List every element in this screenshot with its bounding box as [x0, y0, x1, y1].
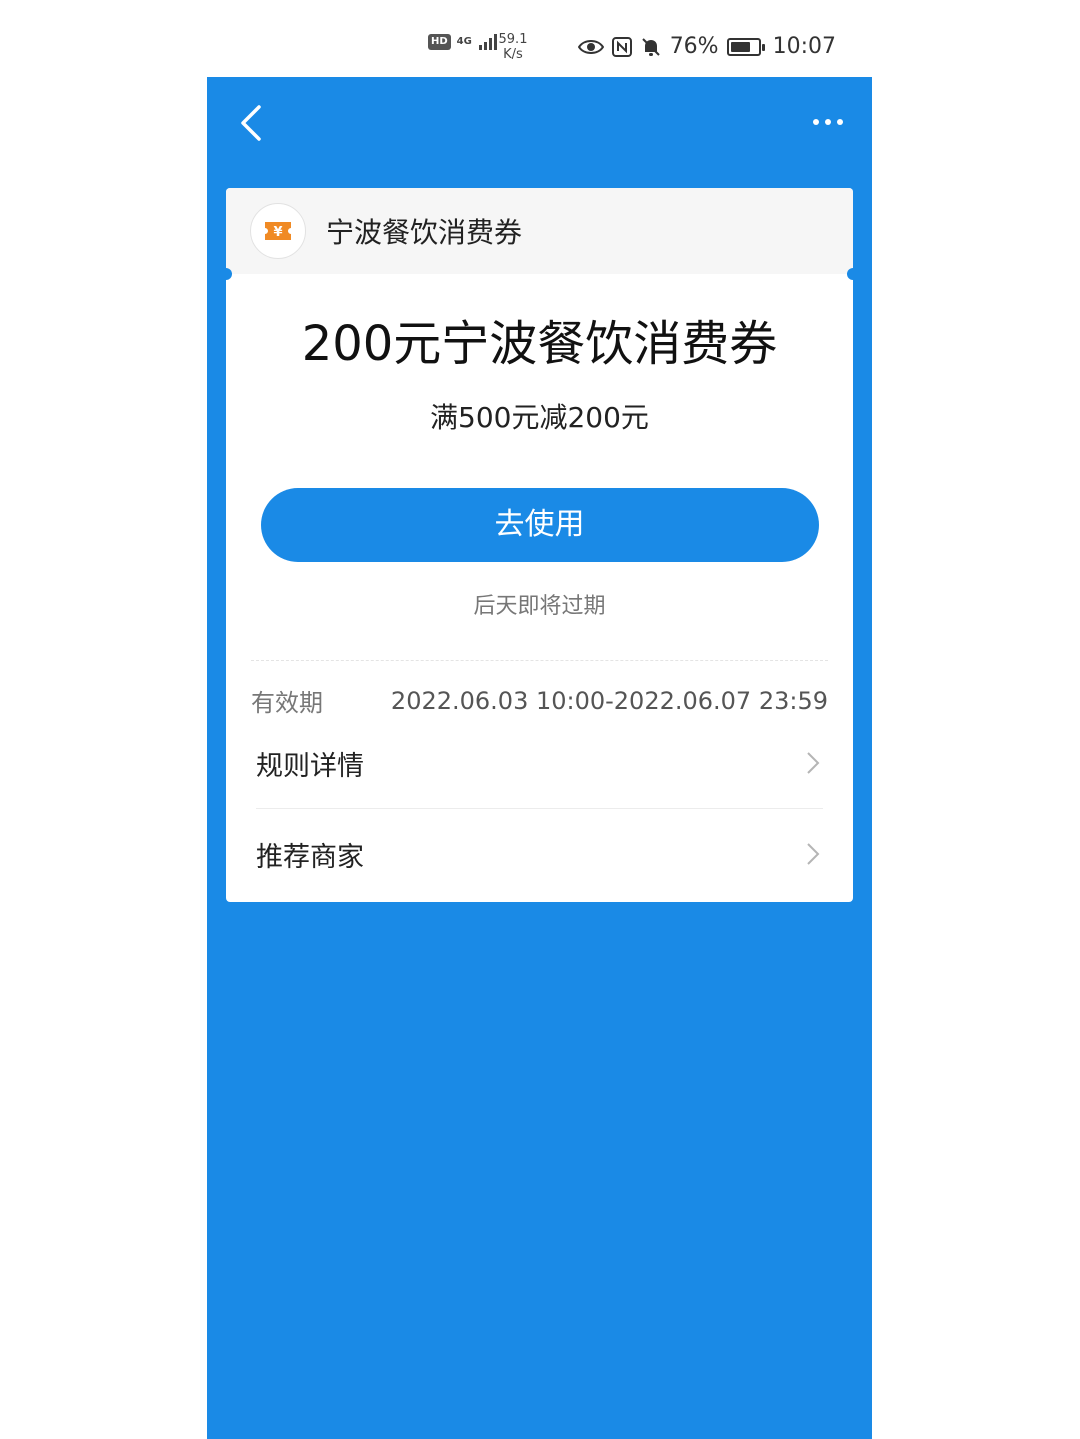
expire-note: 后天即将过期: [473, 594, 606, 619]
more-dots-icon: [813, 119, 819, 125]
back-button[interactable]: [231, 99, 271, 147]
recommended-merchants-label: 推荐商家: [256, 841, 364, 873]
validity-label: 有效期: [251, 689, 323, 717]
more-button[interactable]: [804, 107, 852, 137]
use-coupon-button[interactable]: 去使用: [260, 488, 819, 562]
hd-badge: HD: [428, 34, 451, 50]
coupon-title: 200元宁波餐饮消费券: [301, 316, 778, 372]
validity-value: 2022.06.03 10:00-2022.06.07 23:59: [390, 686, 828, 715]
battery-icon: [726, 37, 765, 56]
chevron-right-icon: [807, 843, 820, 865]
network-speed: 59.1 K/s: [496, 32, 530, 62]
coupon-brand-name: 宁波餐饮消费券: [326, 216, 523, 249]
coupon-brand-icon: ¥: [250, 203, 306, 259]
more-dots-icon: [825, 119, 831, 125]
battery-fill: [730, 41, 751, 52]
recommended-merchants-row[interactable]: 推荐商家: [256, 809, 823, 899]
chevron-right-icon: [807, 752, 820, 774]
card-header: ¥ 宁波餐饮消费券: [220, 188, 859, 280]
svg-text:¥: ¥: [273, 225, 282, 240]
network-type: 4G: [456, 36, 472, 47]
ticket-yen-icon: ¥: [265, 222, 291, 240]
chevron-left-icon: [241, 105, 261, 141]
system-indicators: 76% 10:07: [577, 34, 836, 59]
clock: 10:07: [772, 34, 836, 59]
rules-detail-row[interactable]: 规则详情: [256, 718, 823, 808]
bell-muted-icon: [641, 37, 660, 56]
screen: HD 4G 59.1 K/s 76% 10:07 ¥ 宁波餐饮消费券 200元宁…: [0, 0, 1080, 1439]
validity-row: 有效期 2022.06.03 10:00-2022.06.07 23:59: [226, 661, 853, 718]
speed-value: 59.1: [498, 32, 528, 47]
eye-icon: [577, 39, 604, 54]
speed-unit: K/s: [503, 47, 523, 62]
battery-percentage: 76%: [669, 34, 719, 59]
coupon-card: ¥ 宁波餐饮消费券 200元宁波餐饮消费券 满500元减200元 去使用 后天即…: [220, 188, 859, 902]
status-bar: HD 4G 59.1 K/s 76% 10:07: [0, 0, 1080, 78]
coupon-condition: 满500元减200元: [430, 401, 649, 434]
rules-detail-label: 规则详情: [256, 750, 364, 782]
more-dots-icon: [837, 119, 843, 125]
nfc-icon: [611, 36, 632, 57]
app-container: ¥ 宁波餐饮消费券 200元宁波餐饮消费券 满500元减200元 去使用 后天即…: [207, 77, 872, 1439]
network-indicators: HD 4G: [428, 33, 500, 51]
